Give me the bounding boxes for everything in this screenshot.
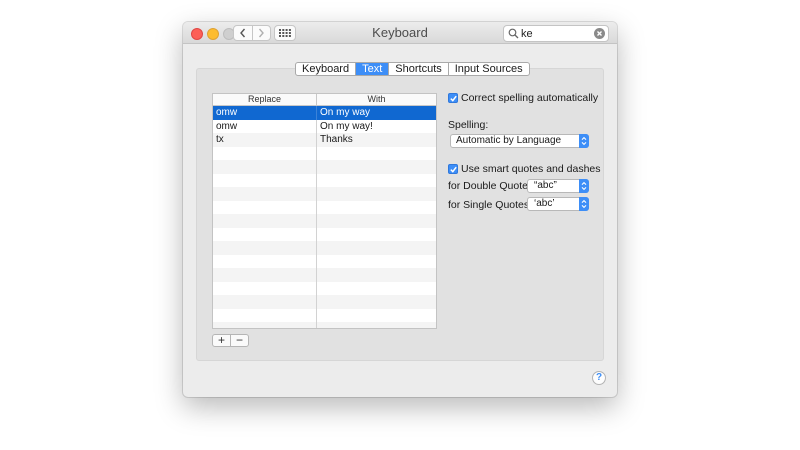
empty-row <box>213 268 436 282</box>
spelling-value: Automatic by Language <box>456 135 562 146</box>
empty-row <box>213 281 436 295</box>
empty-row <box>213 146 436 160</box>
grid-icon <box>279 29 291 37</box>
single-quotes-label: for Single Quotes <box>448 199 530 211</box>
with-cell[interactable]: On my way <box>317 106 436 120</box>
popup-arrows-icon <box>581 199 587 209</box>
forward-button[interactable] <box>251 26 271 40</box>
show-all-button[interactable] <box>274 25 296 41</box>
clear-search-button[interactable] <box>594 28 605 39</box>
column-header-with[interactable]: With <box>317 94 436 105</box>
tab-input-sources[interactable]: Input Sources <box>447 63 529 75</box>
navigation-buttons <box>233 25 271 41</box>
search-icon <box>508 28 519 39</box>
checkmark-icon <box>450 166 457 173</box>
replace-cell[interactable]: tx <box>213 133 317 147</box>
minimize-button[interactable] <box>207 28 219 40</box>
correct-spelling-checkbox[interactable] <box>448 93 458 103</box>
double-quotes-label: for Double Quotes <box>448 180 534 192</box>
replace-cell[interactable]: omw <box>213 119 317 133</box>
back-chevron-icon <box>239 28 245 38</box>
search-field[interactable]: ke <box>503 25 609 42</box>
preferences-window: Keyboard ke Replace With omw On my way o… <box>183 22 617 397</box>
empty-row <box>213 254 436 268</box>
empty-row <box>213 160 436 174</box>
popup-arrows-icon <box>581 136 587 146</box>
table-row[interactable]: tx Thanks <box>213 133 436 147</box>
tab-keyboard[interactable]: Keyboard <box>296 63 355 75</box>
segmented-tabs: Keyboard Text Shortcuts Input Sources <box>295 62 530 76</box>
double-quotes-value: “abc” <box>534 180 557 191</box>
title-bar: Keyboard ke <box>183 22 617 44</box>
empty-row <box>213 227 436 241</box>
clear-icon <box>597 31 602 36</box>
correct-spelling-label[interactable]: Correct spelling automatically <box>461 92 598 104</box>
checkmark-icon <box>450 95 457 102</box>
spelling-label: Spelling: <box>448 119 489 131</box>
window-title: Keyboard <box>372 25 428 40</box>
tab-text[interactable]: Text <box>355 63 389 75</box>
table-row[interactable]: omw On my way! <box>213 119 436 134</box>
text-pane: Replace With omw On my way omw On my way… <box>196 68 604 361</box>
popup-arrows <box>579 197 589 211</box>
popup-arrows <box>579 134 589 148</box>
smart-quotes-label[interactable]: Use smart quotes and dashes <box>461 163 601 175</box>
empty-row <box>213 200 436 214</box>
empty-row <box>213 214 436 228</box>
help-button[interactable]: ? <box>592 371 606 385</box>
empty-row <box>213 308 436 322</box>
replacement-table[interactable]: Replace With omw On my way omw On my way… <box>212 93 437 329</box>
close-button[interactable] <box>191 28 203 40</box>
with-cell[interactable]: Thanks <box>317 133 436 147</box>
with-cell[interactable]: On my way! <box>317 120 436 134</box>
smart-quotes-checkbox[interactable] <box>448 164 458 174</box>
search-value: ke <box>521 28 533 40</box>
column-header-replace[interactable]: Replace <box>213 94 317 105</box>
add-remove-buttons: + − <box>212 334 249 347</box>
replace-cell[interactable]: omw <box>213 106 317 120</box>
empty-row <box>213 322 436 328</box>
single-quotes-value: ‘abc’ <box>534 198 555 209</box>
remove-button[interactable]: − <box>230 334 248 346</box>
popup-arrows <box>579 179 589 193</box>
single-quotes-select[interactable]: ‘abc’ <box>527 197 589 211</box>
back-button[interactable] <box>234 26 252 40</box>
empty-row <box>213 241 436 255</box>
empty-row <box>213 173 436 187</box>
tab-shortcuts[interactable]: Shortcuts <box>388 63 447 75</box>
empty-row <box>213 187 436 201</box>
spelling-language-select[interactable]: Automatic by Language <box>450 134 589 148</box>
double-quotes-select[interactable]: “abc” <box>527 179 589 193</box>
empty-row <box>213 295 436 309</box>
table-row[interactable]: omw On my way <box>213 106 436 120</box>
popup-arrows-icon <box>581 181 587 191</box>
table-header: Replace With <box>213 94 436 106</box>
forward-chevron-icon <box>259 28 265 38</box>
add-button[interactable]: + <box>213 334 230 346</box>
